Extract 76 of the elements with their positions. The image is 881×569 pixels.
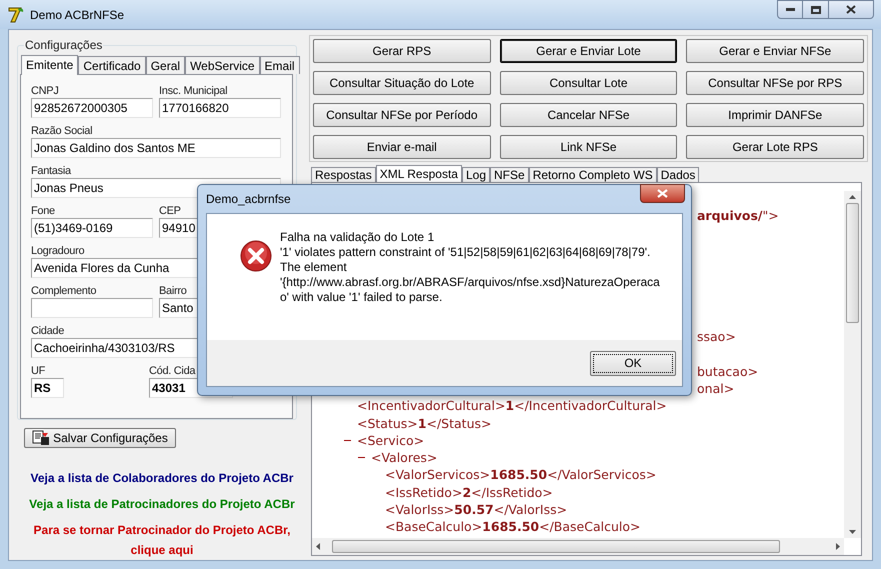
close-button[interactable] <box>640 184 685 203</box>
xml-line: <ValorIss>50.57</ValorIss> <box>385 502 568 518</box>
xml-line: <Valores> <box>371 450 438 466</box>
field-label: CEP <box>159 204 182 218</box>
field-label: Insc. Municipal <box>159 84 228 98</box>
xml-line: onal> <box>697 380 734 396</box>
text-field[interactable]: 92852672000305 <box>31 98 153 118</box>
tab[interactable]: Certificado <box>78 56 146 74</box>
scroll-left-icon[interactable] <box>316 543 320 550</box>
tab[interactable]: XML Resposta <box>376 165 462 182</box>
action-button[interactable]: Cancelar NFSe <box>500 103 678 127</box>
link[interactable]: Para se tornar Patrocinador do Projeto ACBr, clique aqui <box>27 520 297 560</box>
save-button[interactable]: Salvar Configurações <box>24 428 176 448</box>
link[interactable]: Veja a lista de Colaboradores do Projeto ACBr <box>30 468 294 488</box>
action-button[interactable]: Gerar Lote RPS <box>686 135 864 159</box>
app-icon <box>7 6 25 24</box>
field-label: Fone <box>31 204 56 218</box>
xml-line: butacao> <box>697 364 758 379</box>
ok-button[interactable]: OK <box>590 350 676 376</box>
tab[interactable]: Log <box>462 167 490 182</box>
field-label: UF <box>31 364 46 378</box>
xml-line: <Status>1</Status> <box>357 416 492 431</box>
maximize-button[interactable] <box>803 0 829 19</box>
window-title: Demo ACBrNFSe <box>30 6 124 24</box>
text-field[interactable]: Jonas Galdino dos Santos ME <box>31 138 281 158</box>
field-label: Cód. Cida <box>149 364 196 378</box>
link[interactable]: Veja a lista de Patrocinadores do Projeto ACBr <box>29 494 295 514</box>
tab[interactable]: Respostas <box>311 167 376 182</box>
field-label: Razão Social <box>31 124 94 138</box>
action-button[interactable]: Gerar RPS <box>313 39 491 63</box>
xml-line: <BaseCalculo>1685.50</BaseCalculo> <box>385 519 640 534</box>
action-button[interactable]: Gerar e Enviar NFSe <box>686 39 864 63</box>
text-field[interactable] <box>31 298 153 318</box>
xml-line: ssao> <box>697 329 736 344</box>
xml-line: arquivos/"> <box>697 208 779 223</box>
text-field[interactable]: 1770166820 <box>159 98 281 118</box>
field-label: Cidade <box>31 324 66 338</box>
close-icon <box>846 5 856 14</box>
tab[interactable]: NFSe <box>490 167 529 182</box>
field-label: Fantasia <box>31 164 72 178</box>
group-title: Configurações <box>24 38 104 52</box>
action-button[interactable]: Imprimir DANFSe <box>686 103 864 127</box>
xml-line: <Servico> <box>357 432 424 448</box>
tab[interactable]: Email <box>260 56 300 74</box>
text-field[interactable]: (51)3469-0169 <box>31 218 153 238</box>
action-button[interactable]: Consultar Situação do Lote <box>313 71 491 95</box>
tab[interactable]: Dados <box>656 167 700 182</box>
xml-line: <ValorServicos>1685.50</ValorServicos> <box>385 467 656 482</box>
close-icon <box>657 189 668 198</box>
field-label: Complemento <box>31 284 98 298</box>
xml-line: <IncentivadorCultural>1</IncentivadorCultural> <box>357 398 667 414</box>
tab[interactable]: Geral <box>146 56 186 74</box>
field-label: Logradouro <box>31 244 86 258</box>
error-icon <box>240 240 272 272</box>
field-label: Bairro <box>159 284 188 298</box>
action-button[interactable]: Enviar e-mail <box>313 135 491 159</box>
tab[interactable]: Retorno Completo WS <box>528 167 657 182</box>
action-button[interactable]: Consultar Lote <box>500 71 678 95</box>
error-message: Falha na validação do Lote 1 '1' violates pattern constraint of '51|52|58|59|61|62|63|64|68|69|78|79'. The element '{http://www.abrasf.org.br/ABRASF/arquivos/nfse.xsd}NaturezaOperaca o' with value '1' failed to parse. <box>280 230 660 306</box>
action-button[interactable]: Consultar NFSe por Período <box>313 103 491 127</box>
close-button[interactable] <box>829 0 874 19</box>
xml-line: <IssRetido>2</IssRetido> <box>385 484 553 500</box>
text-field[interactable]: RS <box>31 378 64 398</box>
action-button[interactable]: Gerar e Enviar Lote <box>500 39 678 63</box>
vertical-scrollbar[interactable] <box>844 191 861 538</box>
save-icon <box>32 430 50 446</box>
tab[interactable]: WebService <box>185 56 260 74</box>
field-label: CNPJ <box>31 84 60 98</box>
action-button[interactable]: Link NFSe <box>500 135 678 159</box>
tab[interactable]: Emitente <box>21 55 78 75</box>
horizontal-scrollbar[interactable] <box>312 538 844 555</box>
scroll-right-icon[interactable] <box>836 543 840 550</box>
action-button[interactable]: Consultar NFSe por RPS <box>686 71 864 95</box>
minimize-button[interactable] <box>777 0 803 19</box>
scroll-up-icon[interactable] <box>849 195 856 199</box>
scroll-down-icon[interactable] <box>849 530 856 534</box>
